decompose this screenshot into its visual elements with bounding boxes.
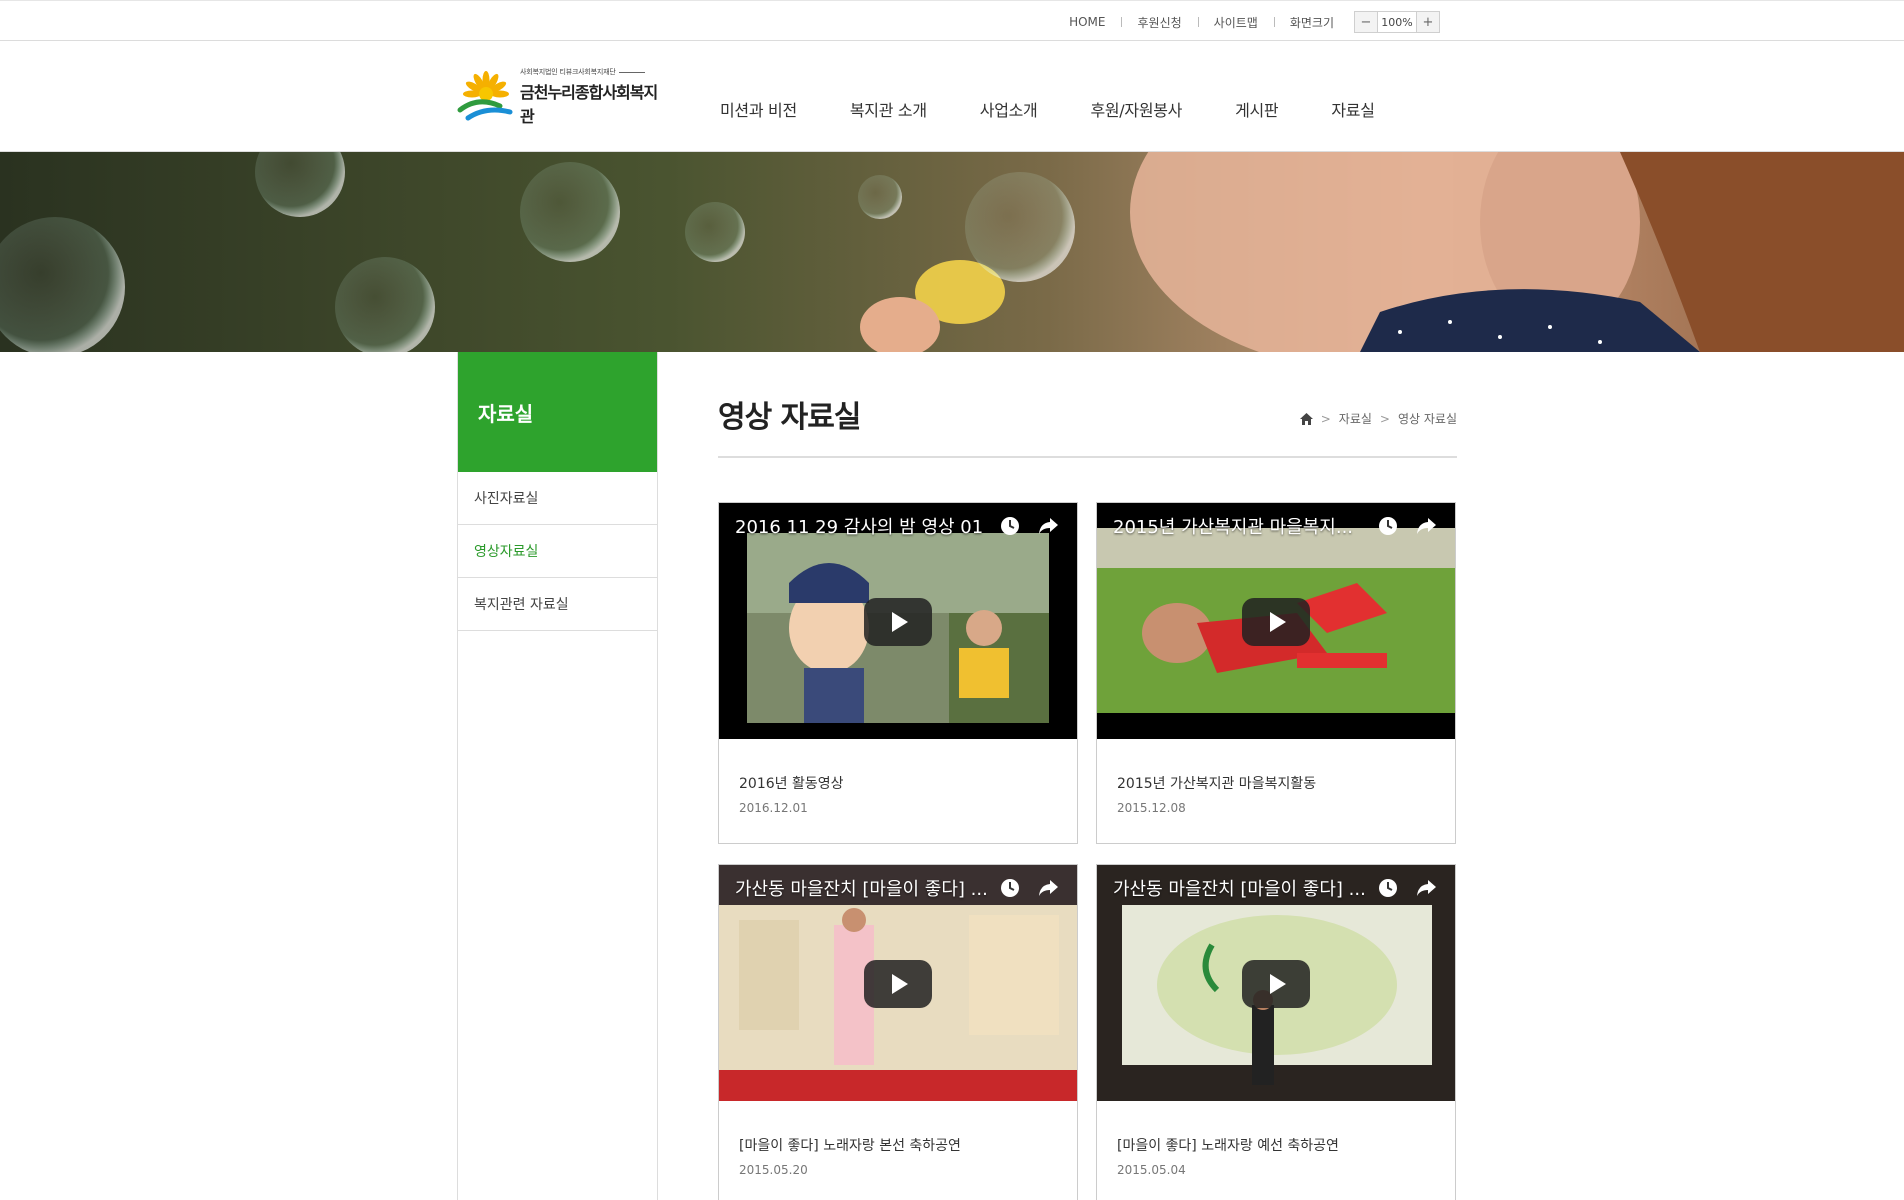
watch-later-icon[interactable] [999, 515, 1021, 537]
breadcrumb-item[interactable]: 자료실 [1339, 410, 1372, 427]
video-title[interactable]: 2016년 활동영상 [739, 773, 843, 793]
play-button[interactable] [864, 960, 932, 1008]
video-card[interactable]: 가산동 마을잔치 [마을이 좋다] ... [마을이 좋다] 노래자랑 예선 축… [1096, 864, 1456, 1200]
sitemap-link[interactable]: 사이트맵 [1197, 14, 1274, 31]
nav-mission[interactable]: 미션과 비전 [720, 97, 797, 121]
video-player[interactable]: 가산동 마을잔치 [마을이 좋다] ... [1097, 865, 1455, 1101]
sidebar-item-welfare-archive[interactable]: 복지관련 자료실 [458, 578, 657, 631]
video-player[interactable]: 가산동 마을잔치 [마을이 좋다] ... [719, 865, 1077, 1101]
share-icon[interactable] [1415, 877, 1437, 899]
home-icon[interactable] [1299, 412, 1313, 425]
home-link[interactable]: HOME [1053, 15, 1121, 29]
video-card[interactable]: 2015년 가산복지관 마을복지... 2015년 가산복지관 마을복지활동 2… [1096, 502, 1456, 844]
video-overlay-title: 2015년 가산복지관 마을복지... [1113, 517, 1354, 538]
video-overlay-title: 2016 11 29 감사의 밤 영상 01 [735, 517, 984, 538]
breadcrumb-separator: > [1379, 411, 1390, 426]
breadcrumb-current: 영상 자료실 [1397, 412, 1457, 426]
zoom-out-button[interactable]: − [1355, 12, 1377, 32]
video-date: 2015.12.08 [1117, 801, 1186, 815]
screen-size-label: 화면크기 [1273, 14, 1350, 31]
watch-later-icon[interactable] [1377, 515, 1399, 537]
share-icon[interactable] [1415, 515, 1437, 537]
title-divider [718, 456, 1457, 458]
zoom-level: 100% [1377, 12, 1417, 32]
breadcrumb: > 자료실 > 영상 자료실 [1299, 410, 1457, 427]
video-date: 2015.05.20 [739, 1163, 808, 1177]
zoom-control: − 100% + [1354, 11, 1440, 33]
page-title: 영상 자료실 [718, 400, 861, 435]
sidebar-title: 자료실 [458, 352, 657, 472]
video-title[interactable]: 2015년 가산복지관 마을복지활동 [1117, 773, 1316, 793]
sidebar-item-video-archive[interactable]: 영상자료실 [458, 525, 657, 578]
hero-banner-image [0, 152, 1904, 352]
donation-link[interactable]: 후원신청 [1121, 14, 1197, 31]
watch-later-icon[interactable] [999, 877, 1021, 899]
nav-about[interactable]: 복지관 소개 [850, 97, 927, 121]
nav-board[interactable]: 게시판 [1235, 97, 1279, 121]
site-header: 사회복지법인 티뷰크사회복지재단 금천누리종합사회복지관 미션과 비전 복지관 … [0, 42, 1904, 152]
logo-subtitle: 사회복지법인 티뷰크사회복지재단 [520, 67, 670, 77]
video-card[interactable]: 2016 11 29 감사의 밤 영상 01 2016년 활동영상 2016.1… [718, 502, 1078, 844]
main-navigation: 미션과 비전 복지관 소개 사업소개 후원/자원봉사 게시판 자료실 [720, 97, 1428, 121]
play-button[interactable] [864, 598, 932, 646]
share-icon[interactable] [1037, 877, 1059, 899]
video-title[interactable]: [마을이 좋다] 노래자랑 예선 축하공연 [1117, 1135, 1339, 1155]
watch-later-icon[interactable] [1377, 877, 1399, 899]
site-logo[interactable]: 사회복지법인 티뷰크사회복지재단 금천누리종합사회복지관 [456, 67, 670, 126]
video-overlay-title: 가산동 마을잔치 [마을이 좋다] ... [735, 879, 988, 900]
sunflower-logo-icon [457, 71, 513, 121]
video-overlay-title: 가산동 마을잔치 [마을이 좋다] ... [1113, 879, 1366, 900]
nav-programs[interactable]: 사업소개 [980, 97, 1038, 121]
video-player[interactable]: 2016 11 29 감사의 밤 영상 01 [719, 503, 1077, 739]
nav-volunteer[interactable]: 후원/자원봉사 [1090, 97, 1182, 121]
video-date: 2016.12.01 [739, 801, 808, 815]
utility-links: HOME 후원신청 사이트맵 화면크기 − 100% + [1053, 11, 1440, 33]
sidebar-item-photo-archive[interactable]: 사진자료실 [458, 472, 657, 525]
play-button[interactable] [1242, 960, 1310, 1008]
video-card[interactable]: 가산동 마을잔치 [마을이 좋다] ... [마을이 좋다] 노래자랑 본선 축… [718, 864, 1078, 1200]
zoom-in-button[interactable]: + [1417, 12, 1439, 32]
utility-bar: HOME 후원신청 사이트맵 화면크기 − 100% + [0, 0, 1904, 41]
share-icon[interactable] [1037, 515, 1059, 537]
nav-archive[interactable]: 자료실 [1331, 97, 1375, 121]
video-date: 2015.05.04 [1117, 1163, 1186, 1177]
sidebar: 자료실 사진자료실 영상자료실 복지관련 자료실 [457, 352, 658, 1200]
breadcrumb-separator: > [1320, 411, 1331, 426]
video-title[interactable]: [마을이 좋다] 노래자랑 본선 축하공연 [739, 1135, 961, 1155]
video-player[interactable]: 2015년 가산복지관 마을복지... [1097, 503, 1455, 739]
play-button[interactable] [1242, 598, 1310, 646]
logo-name: 금천누리종합사회복지관 [520, 83, 658, 126]
